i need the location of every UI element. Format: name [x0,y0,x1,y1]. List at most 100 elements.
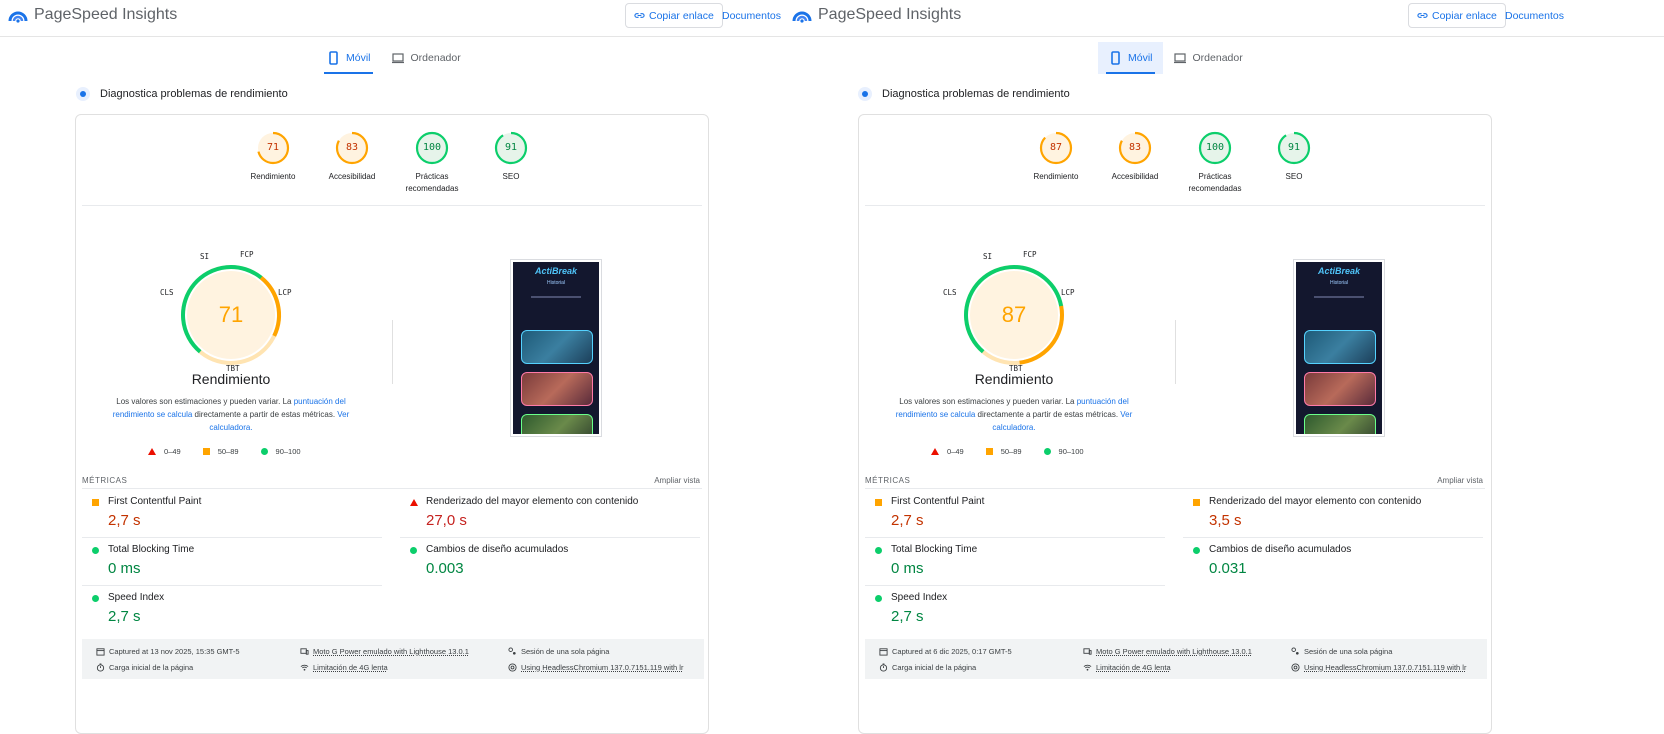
laptop-icon [391,53,404,64]
metric-tbt: Total Blocking Time 0 ms [865,538,1165,586]
diagnose-heading: Diagnostica problemas de rendimiento [858,87,1070,101]
copy-link-label: Copiar enlace [1432,9,1497,22]
square-icon [202,448,210,455]
expand-view-toggle[interactable]: Ampliar vista [1437,476,1483,485]
load-text: Carga inicial de la página [892,663,977,672]
metric-name: First Contentful Paint [108,496,202,507]
circle-icon [92,547,99,554]
tab-mobile[interactable]: Móvil [1098,42,1163,74]
session-text: Sesión de una sola página [521,647,610,656]
metric-value: 2,7 s [891,512,924,529]
gauge-label: SEO [502,172,520,181]
screenshot-text-line [1314,296,1364,298]
screenshot-app-name: ActiBreak [1317,266,1361,276]
category-gauge[interactable]: 83 Accesibilidad [1100,131,1170,183]
vertical-divider [1175,320,1176,384]
tab-desktop[interactable]: Ordenador [381,42,471,74]
brand-name: PageSpeed Insights [818,6,962,23]
network-throttling[interactable]: Limitación de 4G lenta [300,663,388,672]
circle-icon [875,595,882,602]
metric-tag-lcp: LCP [278,288,292,297]
score-legend: 0–49 50–89 90–100 [931,447,1084,456]
emulated-device[interactable]: Moto G Power emulado with Lighthouse 13.… [1083,647,1252,656]
tab-mobile-label: Móvil [346,52,371,64]
screenshot-card [1304,330,1376,364]
metric-cls: Cambios de diseño acumulados 0.031 [1183,538,1483,586]
gauge-score: 91 [504,142,518,153]
circle-icon [875,547,882,554]
category-gauge[interactable]: 100 Prácticas recomendadas [1180,131,1250,195]
square-icon [1193,499,1200,506]
devices-icon [300,648,309,655]
final-screenshot[interactable]: ActiBreak Historial [511,260,601,436]
category-gauge[interactable]: 71 Rendimiento [238,131,308,183]
captured-text: Captured at 13 nov 2025, 15:35 GMT-5 [109,647,240,656]
emulated-device[interactable]: Moto G Power emulado with Lighthouse 13.… [300,647,469,656]
divider [865,488,1485,489]
category-gauge[interactable]: 100 Prácticas recomendadas [397,131,467,195]
brand[interactable]: PageSpeed Insights [792,5,961,25]
category-gauge[interactable]: 91 SEO [1259,131,1329,183]
gauge-ring: 100 [1198,131,1232,165]
browser-version[interactable]: Using HeadlessChromium 137.0.7151.119 wi… [508,663,683,672]
calendar-icon [879,648,888,656]
brand-name: PageSpeed Insights [34,6,178,23]
metrics-title: MÉTRICAS [865,476,911,485]
metric-name: Renderizado del mayor elemento con conte… [1209,496,1422,507]
report-panel-right: Móvil Ordenador Diagnostica problemas de… [832,36,1664,734]
diagnose-heading: Diagnostica problemas de rendimiento [76,87,288,101]
performance-score: 87 [1001,302,1027,327]
brand[interactable]: PageSpeed Insights [8,5,177,25]
final-screenshot[interactable]: ActiBreak Historial [1294,260,1384,436]
metric-value: 2,7 s [108,608,141,625]
legend-average: 50–89 [985,447,1022,456]
screenshot-screen: ActiBreak Historial [1296,262,1382,434]
category-gauge[interactable]: 91 SEO [476,131,546,183]
link-icon [1417,13,1428,18]
gauge-score: 100 [422,142,442,153]
copy-link-button[interactable]: Copiar enlace [1408,3,1506,28]
report-panel-left: Móvil Ordenador Diagnostica problemas de… [0,36,832,734]
chrome-icon [508,663,517,672]
copy-link-button[interactable]: Copiar enlace [625,3,723,28]
browser-version[interactable]: Using HeadlessChromium 137.0.7151.119 wi… [1291,663,1466,672]
legend-pass-label: 90–100 [275,447,301,456]
screenshot-subtitle: Historial [1329,280,1349,286]
captured-at: Captured at 6 dic 2025, 0:17 GMT-5 [879,647,1012,656]
score-legend: 0–49 50–89 90–100 [148,447,301,456]
tab-mobile[interactable]: Móvil [316,42,381,74]
screenshot-subtitle: Historial [546,280,566,286]
link-icon [634,13,645,18]
gauge-ring: 91 [1277,131,1311,165]
screenshot-card [1304,414,1376,434]
performance-note: Los valores son estimaciones y pueden va… [889,395,1139,434]
circle-icon [260,448,268,455]
screenshot-text-line [531,296,581,298]
note-text: directamente a partir de estas métricas. [975,410,1121,419]
tab-desktop[interactable]: Ordenador [1163,42,1253,74]
network-throttling[interactable]: Limitación de 4G lenta [1083,663,1171,672]
gauge-ring: 83 [1118,131,1152,165]
category-gauge[interactable]: 87 Rendimiento [1021,131,1091,183]
diagnose-icon [858,87,872,101]
gauge-label: Accesibilidad [328,172,376,181]
docs-link[interactable]: Documentos [722,10,781,22]
metric-value: 27,0 s [426,512,467,529]
performance-note: Los valores son estimaciones y pueden va… [106,395,356,434]
metric-value: 0.003 [426,560,464,577]
docs-link[interactable]: Documentos [1505,10,1564,22]
gauge-score: 91 [1287,142,1301,153]
expand-view-toggle[interactable]: Ampliar vista [654,476,700,485]
tab-desktop-label: Ordenador [1192,52,1243,64]
captured-text: Captured at 6 dic 2025, 0:17 GMT-5 [892,647,1012,656]
copy-link-label: Copiar enlace [649,9,714,22]
screenshot-app-name: ActiBreak [534,266,578,276]
gauge-ring: 71 [256,131,290,165]
category-gauge[interactable]: 83 Accesibilidad [317,131,387,183]
metrics-header: MÉTRICAS Ampliar vista [865,476,1483,485]
throttle-text: Limitación de 4G lenta [313,663,388,672]
diagnose-title: Diagnostica problemas de rendimiento [100,88,288,100]
circle-icon [410,547,417,554]
legend-fail: 0–49 [148,447,181,456]
gauge-score: 83 [1128,142,1142,153]
